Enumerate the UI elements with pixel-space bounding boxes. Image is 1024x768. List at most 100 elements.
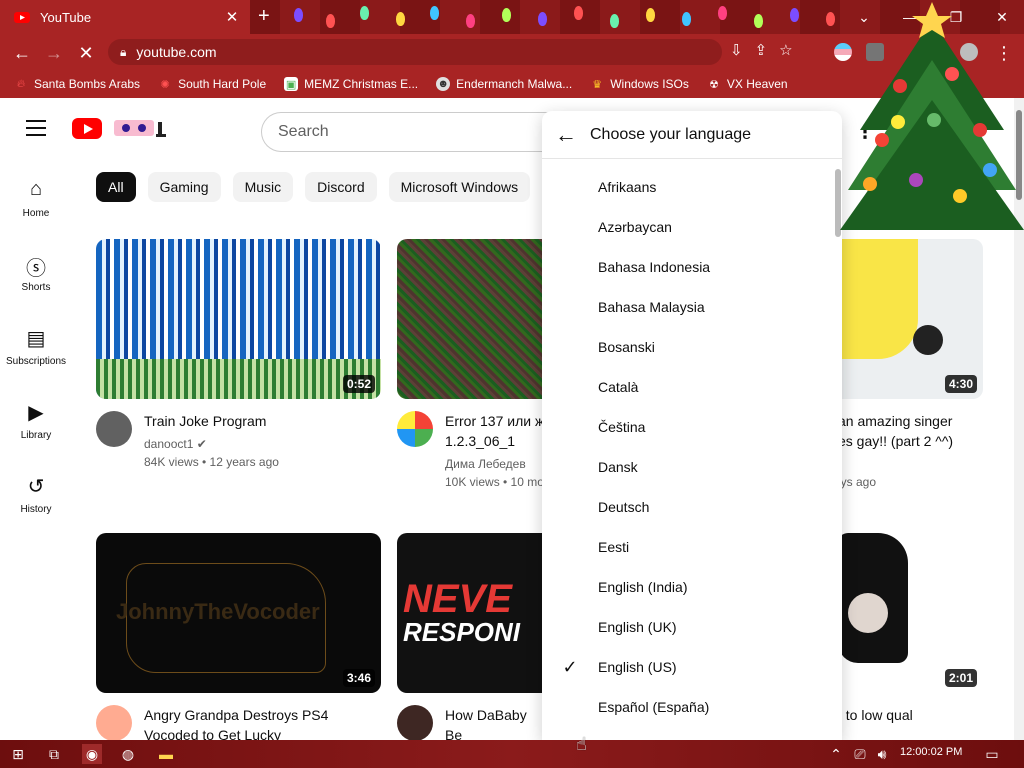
channel-name[interactable]: danooct1 ✔ xyxy=(144,437,207,451)
checkmark-icon: ✓ xyxy=(562,656,578,677)
sidebar-item-home[interactable]: ⌂ Home xyxy=(0,160,72,234)
language-menu-scrollbar[interactable] xyxy=(834,159,842,740)
language-label: English (US) xyxy=(598,659,677,675)
address-bar[interactable]: 🔒︎ youtube.com xyxy=(108,39,722,65)
channel-avatar[interactable] xyxy=(96,411,132,447)
language-option[interactable]: Deutsch xyxy=(542,487,842,527)
sidebar-item-subscriptions[interactable]: ▤ Subscriptions xyxy=(0,308,72,382)
notification-icon[interactable]: ▭ xyxy=(982,744,1002,764)
back-arrow-icon[interactable]: ← xyxy=(10,41,34,65)
video-meta: Train Joke Program danooct1 ✔ 84K views … xyxy=(96,411,386,471)
home-icon: ⌂ xyxy=(29,178,43,200)
video-meta: Error 137 или ж 1.2.3_06_1 Дима Лебедев … xyxy=(397,411,545,491)
language-option[interactable]: English (India) xyxy=(542,567,842,607)
forward-arrow-icon[interactable]: → xyxy=(42,41,66,65)
language-option[interactable]: Bahasa Malaysia xyxy=(542,287,842,327)
menu-hamburger-icon[interactable] xyxy=(26,120,46,136)
video-duration: 2:01 xyxy=(944,669,977,687)
windows-start-icon[interactable]: ⊞ xyxy=(8,744,28,764)
bookmark-item[interactable]: ▣ MEMZ Christmas E... xyxy=(284,77,418,91)
language-menu-title: Choose your language xyxy=(590,125,752,143)
christmas-lights-decoration xyxy=(280,0,880,34)
sidebar-item-history[interactable]: ↺ History xyxy=(0,456,72,530)
thumbnail-text-never: NEVE xyxy=(403,577,512,621)
language-option[interactable]: Bosanski xyxy=(542,327,842,367)
language-label: Deutsch xyxy=(598,499,650,515)
bookmark-item[interactable]: ♛ Windows ISOs xyxy=(590,77,689,91)
language-label: Dansk xyxy=(598,459,638,475)
browser-tab-youtube[interactable]: YouTube ✕ xyxy=(0,0,250,34)
chip-discord[interactable]: Discord xyxy=(305,172,377,202)
search-input[interactable]: Search xyxy=(261,112,561,152)
thumbnail-text-respond: RESPONI xyxy=(403,617,521,647)
bookmark-item[interactable]: ☢ VX Heaven xyxy=(707,77,788,91)
flame-icon: 🔥︎ xyxy=(16,77,26,90)
tray-chevron-icon[interactable]: ⌃ xyxy=(826,744,846,764)
mouse-cursor-icon: ☝ xyxy=(576,734,587,754)
stop-loading-icon[interactable]: ✕ xyxy=(74,41,98,65)
thumbnail-watermark-text: JohnnyTheVocoder xyxy=(116,599,320,624)
library-icon: ▶ xyxy=(28,402,44,424)
video-title[interactable]: Error 137 или ж 1.2.3_06_1 xyxy=(445,411,545,451)
language-option[interactable]: English (UK) xyxy=(542,607,842,647)
chip-microsoft-windows[interactable]: Microsoft Windows xyxy=(388,172,531,202)
video-duration: 4:30 xyxy=(944,375,977,393)
chip-all[interactable]: All xyxy=(96,172,136,202)
bookmark-label: Santa Bombs Arabs xyxy=(34,77,141,91)
language-option[interactable]: Català xyxy=(542,367,842,407)
vx-heaven-icon: ☢ xyxy=(708,78,719,91)
filter-chips: All Gaming Music Discord Microsoft Windo… xyxy=(96,172,531,202)
task-view-icon[interactable]: ⧉ xyxy=(44,744,64,764)
chrome-taskbar-icon[interactable]: ◉ xyxy=(82,744,102,764)
language-option[interactable]: Bahasa Indonesia xyxy=(542,247,842,287)
back-arrow-icon[interactable]: ← xyxy=(542,122,590,148)
youtube-logo-icon[interactable] xyxy=(72,118,102,139)
language-option[interactable]: Español (España) xyxy=(542,687,842,727)
language-label: Bahasa Indonesia xyxy=(598,259,711,275)
channel-name[interactable]: Дима Лебедев xyxy=(445,457,526,471)
language-option[interactable]: Afrikaans xyxy=(542,167,842,207)
bookmark-star-icon[interactable]: ☆ xyxy=(779,41,792,59)
channel-avatar[interactable] xyxy=(96,705,132,740)
bookmark-item[interactable]: ☻ Endermanch Malwa... xyxy=(436,77,572,91)
bookmark-item[interactable]: 🔥︎ Santa Bombs Arabs xyxy=(14,77,140,91)
network-icon[interactable]: ⎚ xyxy=(850,744,870,764)
channel-name-text: danooct1 xyxy=(144,437,194,451)
lock-icon[interactable]: 🔒︎ xyxy=(120,45,126,60)
video-duration: 3:46 xyxy=(342,669,375,687)
file-explorer-icon[interactable]: ▬ xyxy=(156,744,176,764)
video-title[interactable]: Angry Grandpa Destroys PS4 Vocoded to Ge… xyxy=(144,705,384,740)
video-title[interactable]: How DaBaby Be Hated Rapper Ev xyxy=(445,705,545,740)
video-title[interactable]: Train Joke Program xyxy=(144,411,384,431)
youtube-favicon-icon xyxy=(14,12,30,23)
video-thumbnail[interactable]: JohnnyTheVocoder 3:46 xyxy=(96,533,381,693)
video-duration: 0:52 xyxy=(342,375,375,393)
volume-icon[interactable]: 🔊︎ xyxy=(872,744,892,764)
address-bar-actions: ⇩ ⇪ ☆ xyxy=(730,41,793,59)
video-title[interactable]: t to low qual xyxy=(838,705,978,725)
language-label: English (UK) xyxy=(598,619,677,635)
sidebar-item-shorts[interactable]: ⓢ Shorts xyxy=(0,234,72,308)
language-option[interactable]: Čeština xyxy=(542,407,842,447)
video-title[interactable]: an amazing singer es gay!! (part 2 ^^) xyxy=(838,411,1018,451)
taskbar-clock[interactable]: 12:00:02 PM xyxy=(900,746,962,758)
language-option[interactable]: Dansk xyxy=(542,447,842,487)
sidebar-item-library[interactable]: ▶ Library xyxy=(0,382,72,456)
channel-avatar[interactable] xyxy=(397,411,433,447)
language-label: Azərbaycan xyxy=(598,219,672,235)
language-label: Bahasa Malaysia xyxy=(598,299,705,315)
video-thumbnail[interactable]: 0:52 xyxy=(96,239,381,399)
tab-close-icon[interactable]: ✕ xyxy=(222,8,242,26)
chip-music[interactable]: Music xyxy=(232,172,294,202)
install-app-icon[interactable]: ⇩ xyxy=(730,41,743,59)
channel-avatar[interactable] xyxy=(397,705,433,740)
language-option-selected[interactable]: ✓ English (US) xyxy=(542,647,842,687)
chip-gaming[interactable]: Gaming xyxy=(147,172,221,202)
sidebar-item-label: Shorts xyxy=(21,282,51,293)
firefox-taskbar-icon[interactable]: ◍ xyxy=(118,744,138,764)
bookmark-item[interactable]: ✺ South Hard Pole xyxy=(158,77,266,91)
language-option[interactable]: Azərbaycan xyxy=(542,207,842,247)
language-option[interactable]: Eesti xyxy=(542,527,842,567)
new-tab-button[interactable]: + xyxy=(258,6,270,26)
share-icon[interactable]: ⇪ xyxy=(755,41,768,59)
